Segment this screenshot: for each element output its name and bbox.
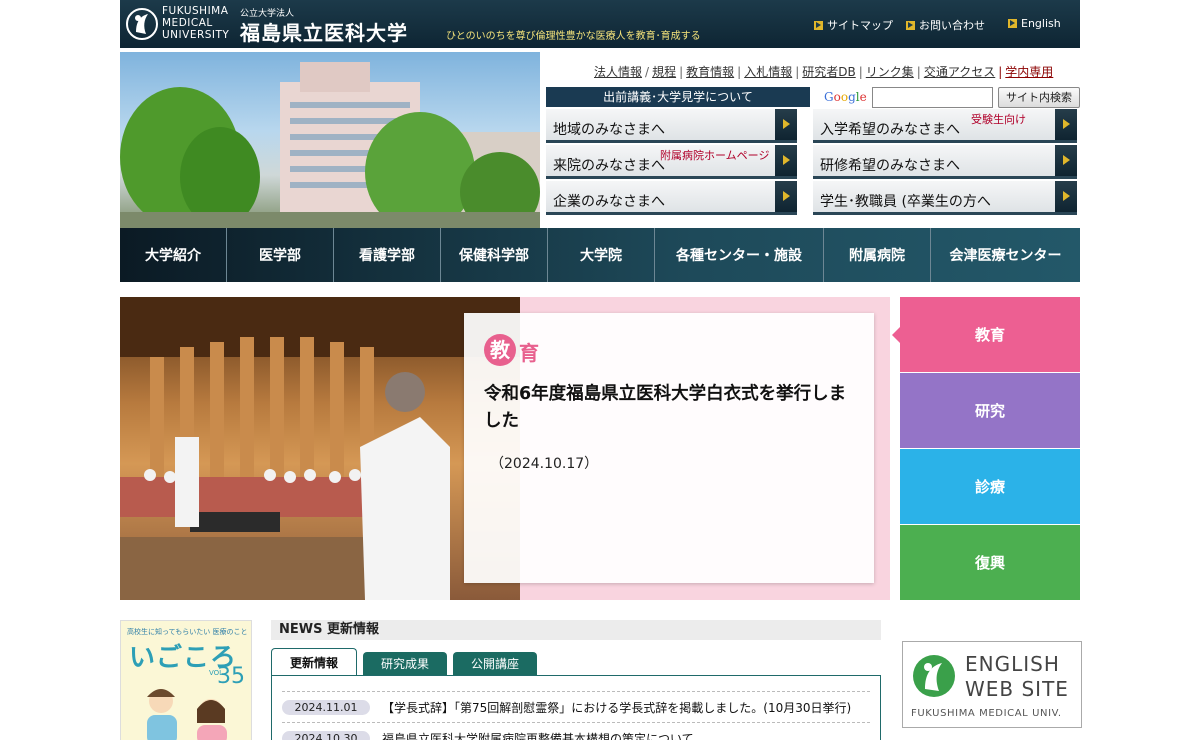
tagline: ひとのいのちを尊び倫理性豊かな医療人を教育･育成する (446, 31, 701, 42)
audience-link-students[interactable]: 学生･教職員 (卒業生の方へ (813, 181, 1077, 215)
news-title[interactable]: 福島県立医科大学附属病院再整備基本構想の策定について (382, 730, 694, 740)
arrow-right-icon (775, 181, 797, 212)
contact-link[interactable]: お問い合わせ (906, 17, 985, 33)
arrow-right-icon (1055, 145, 1077, 176)
list-item[interactable]: 2024.11.01 【学長式辞】「第75回解剖慰霊祭」における学長式辞を掲載し… (282, 691, 870, 721)
bidding-info-link[interactable]: 入札情報 (744, 65, 792, 79)
category-mark: 教 (484, 334, 516, 366)
links-link[interactable]: リンク集 (866, 65, 914, 79)
access-link[interactable]: 交通アクセス (924, 65, 995, 79)
news-date: 2024.11.01 (282, 700, 370, 715)
arrow-right-icon (1055, 181, 1077, 212)
news-heading: NEWS 更新情報 (271, 620, 881, 640)
hospital-homepage-note: 附属病院ホームページ (660, 149, 770, 162)
nav-aizu-center[interactable]: 会津医療センター (931, 228, 1080, 282)
arrow-right-icon (775, 109, 797, 140)
university-logo-icon[interactable] (126, 6, 158, 42)
nav-graduate-school[interactable]: 大学院 (548, 228, 655, 282)
tab-public-lectures[interactable]: 公開講座 (453, 652, 538, 676)
corporate-info-link[interactable]: 法人情報 (594, 65, 642, 79)
top-links: 法人情報 / 規程 | 教育情報 | 入札情報 | 研究者DB | リンク集 | 交通アクセス | 学内専用 (594, 65, 1054, 79)
site-header: FUKUSHIMA MEDICAL UNIVERSITY 公立大学法人 福島県立… (120, 0, 1080, 48)
global-nav: 大学紹介 医学部 看護学部 保健科学部 大学院 各種センター・施設 附属病院 会… (120, 228, 1080, 282)
internal-link[interactable]: 学内専用 (1005, 65, 1053, 79)
arrow-icon (814, 20, 823, 30)
tab-reconstruction[interactable]: 復興 (900, 525, 1080, 600)
university-name[interactable]: 福島県立医科大学 (240, 17, 408, 46)
feature-date: （2024.10.17） (490, 456, 599, 472)
nav-health-sciences[interactable]: 保健科学部 (441, 228, 548, 282)
audience-link-region[interactable]: 地域のみなさまへ (546, 109, 797, 143)
tab-research[interactable]: 研究 (900, 373, 1080, 448)
feature-category-tabs: 教育 研究 診療 復興 (892, 297, 1080, 601)
white-coat-ceremony-photo[interactable] (120, 297, 520, 600)
tab-research-results[interactable]: 研究成果 (363, 652, 448, 676)
sitemap-link[interactable]: サイトマップ (814, 17, 893, 33)
tab-education[interactable]: 教育 (892, 297, 1080, 372)
igokoro-magazine-banner[interactable]: 高校生に知ってもらいたい 医療のこと いごころ VOL. 35 (120, 620, 252, 740)
tab-clinical[interactable]: 診療 (900, 449, 1080, 524)
nav-nursing[interactable]: 看護学部 (334, 228, 441, 282)
feature-card[interactable]: 教 育 令和6年度福島県立医科大学白衣式を挙行しました （2024.10.17） (464, 313, 874, 583)
researcher-db-link[interactable]: 研究者DB (802, 65, 855, 79)
nav-hospital[interactable]: 附属病院 (824, 228, 931, 282)
english-link[interactable]: English (1008, 17, 1061, 30)
audience-link-applicants[interactable]: 入学希望のみなさまへ 受験生向け (813, 109, 1077, 143)
site-search-input[interactable] (872, 87, 993, 108)
tab-updates[interactable]: 更新情報 (271, 648, 358, 676)
arrow-right-icon (1055, 109, 1077, 140)
education-info-link[interactable]: 教育情報 (686, 65, 734, 79)
regulations-link[interactable]: 規程 (652, 65, 676, 79)
news-list: 2024.11.01 【学長式辞】「第75回解剖慰霊祭」における学長式辞を掲載し… (271, 675, 881, 740)
applicants-note: 受験生向け (971, 113, 1026, 126)
arrow-icon (1008, 19, 1017, 28)
feature-title[interactable]: 令和6年度福島県立医科大学白衣式を挙行しました (484, 381, 854, 435)
news-tabs: 更新情報 研究成果 公開講座 (271, 648, 543, 676)
arrow-right-icon (775, 145, 797, 176)
campus-photo (120, 52, 540, 228)
audience-link-patients[interactable]: 来院のみなさまへ 附属病院ホームページ (546, 145, 797, 179)
category-label: 育 (519, 341, 539, 365)
news-date: 2024.10.30 (282, 731, 370, 740)
audience-link-trainees[interactable]: 研修希望のみなさまへ (813, 145, 1077, 179)
university-logo-icon (913, 655, 955, 697)
nav-medicine[interactable]: 医学部 (227, 228, 334, 282)
demae-lecture-link[interactable]: 出前講義･大学見学について (546, 87, 810, 107)
site-search-button[interactable]: サイト内検索 (998, 87, 1080, 108)
family-illustration (147, 689, 227, 740)
nav-centers[interactable]: 各種センター・施設 (655, 228, 824, 282)
google-logo: Google (824, 90, 867, 104)
english-website-banner[interactable]: ENGLISH WEB SITE FUKUSHIMA MEDICAL UNIV. (902, 641, 1082, 728)
list-item[interactable]: 2024.10.30 福島県立医科大学附属病院再整備基本構想の策定について (282, 722, 870, 740)
logo-text: FUKUSHIMA MEDICAL UNIVERSITY (162, 5, 230, 41)
audience-link-companies[interactable]: 企業のみなさまへ (546, 181, 797, 215)
nav-about[interactable]: 大学紹介 (120, 228, 227, 282)
news-title[interactable]: 【学長式辞】「第75回解剖慰霊祭」における学長式辞を掲載しました。(10月30日… (382, 699, 851, 716)
arrow-icon (906, 20, 915, 30)
